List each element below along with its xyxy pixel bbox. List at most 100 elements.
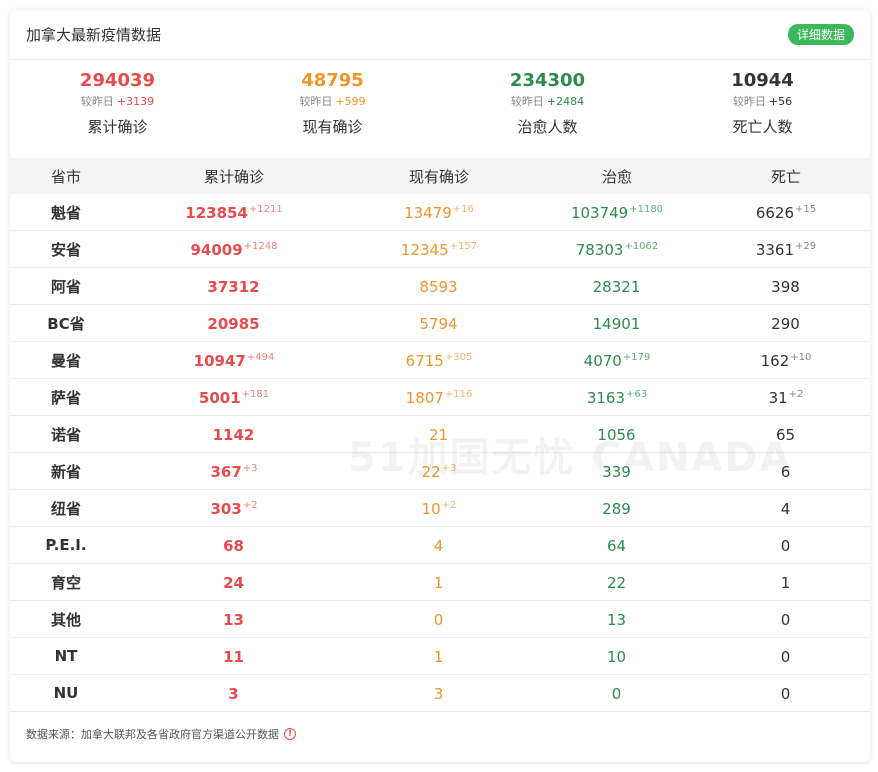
cell-confirmed-increase: +3: [242, 462, 258, 474]
cell-active: 8593: [346, 277, 532, 296]
cell-cured-value: 64: [606, 536, 627, 555]
summary-item: 234300 较昨日 +2484 治愈人数: [440, 68, 655, 158]
cell-active: 4: [346, 536, 532, 555]
cell-active: 12345+157: [346, 240, 532, 259]
header-dead: 死亡: [770, 167, 801, 186]
table-row: 诺省 1142 21 1056 65: [10, 416, 870, 453]
cell-active-increase: +157: [449, 240, 478, 252]
cell-cured-value: 10: [606, 647, 627, 666]
cell-confirmed-value: 10947: [193, 351, 246, 370]
cell-active-value: 12345: [400, 240, 449, 259]
cell-active-value: 8593: [419, 277, 458, 296]
cell-active-value: 4: [433, 536, 444, 555]
cell-active-value: 22: [421, 462, 441, 481]
summary-label: 现有确诊: [302, 118, 363, 136]
summary-value: 234300: [509, 70, 586, 91]
cell-confirmed-value: 303: [210, 499, 242, 518]
cell-province: NT: [54, 647, 78, 665]
cell-confirmed-value: 68: [223, 536, 244, 555]
cell-province: NU: [53, 684, 79, 702]
cell-confirmed: 1142: [122, 425, 346, 444]
detail-data-button[interactable]: 详细数据: [787, 24, 854, 45]
cell-dead-increase: +2: [788, 388, 804, 400]
cell-province: 安省: [50, 240, 81, 259]
summary-diff-value: +599: [335, 95, 366, 108]
cell-cured-value: 289: [602, 499, 631, 518]
cell-province: BC省: [47, 314, 85, 333]
cell-cured: 103749+1180: [532, 203, 702, 222]
cell-confirmed-value: 11: [223, 647, 244, 666]
cell-cured-value: 13: [606, 610, 627, 629]
summary-diff: 较昨日 +2484: [440, 94, 655, 110]
header-province: 省市: [50, 167, 81, 186]
cell-confirmed: 20985: [122, 314, 346, 333]
table-row: 纽省 303+2 10+2 289 4: [10, 490, 870, 527]
cell-cured: 22: [532, 573, 702, 592]
cell-confirmed: 367+3: [122, 462, 346, 481]
cell-confirmed: 10947+494: [122, 351, 346, 370]
cell-cured-value: 0: [611, 684, 622, 703]
province-table: 省市 累计确诊 现有确诊 治愈 死亡 魁省 123854+1211 13479+16…: [10, 158, 870, 712]
summary-diff-label: 较昨日: [510, 95, 544, 108]
table-row: 新省 367+3 22+3 339 6: [10, 453, 870, 490]
table-row: 育空 24 1 22 1: [10, 564, 870, 601]
cell-confirmed: 13: [122, 610, 346, 629]
cell-dead-value: 1: [780, 573, 791, 592]
table-row: 魁省 123854+1211 13479+16 103749+1180 6626+15: [10, 194, 870, 231]
table-row: BC省 20985 5794 14901 290: [10, 305, 870, 342]
cell-dead-value: 0: [780, 610, 791, 629]
summary-diff-value: +2484: [546, 95, 585, 108]
table-row: NU 3 3 0 0: [10, 675, 870, 712]
cell-cured-value: 22: [606, 573, 627, 592]
cell-active-value: 1: [433, 573, 444, 592]
cell-dead: 4: [702, 499, 870, 518]
cell-confirmed: 11: [122, 647, 346, 666]
cell-cured: 339: [532, 462, 702, 481]
cell-cured: 14901: [532, 314, 702, 333]
cell-dead: 3361+29: [702, 240, 870, 259]
summary-item: 10944 较昨日 +56 死亡人数: [655, 68, 870, 158]
cell-confirmed: 37312: [122, 277, 346, 296]
cell-dead: 290: [702, 314, 870, 333]
cell-province: 其他: [50, 610, 81, 629]
summary-label: 治愈人数: [517, 118, 578, 136]
cell-province: 诺省: [50, 425, 81, 444]
cell-active: 22+3: [346, 462, 532, 481]
cell-confirmed: 5001+181: [122, 388, 346, 407]
cell-province: P.E.I.: [45, 536, 87, 554]
cell-cured: 64: [532, 536, 702, 555]
cell-active-value: 5794: [419, 314, 458, 333]
summary-diff-label: 较昨日: [80, 95, 114, 108]
table-row: P.E.I. 68 4 64 0: [10, 527, 870, 564]
info-icon[interactable]: !: [284, 728, 296, 740]
data-source-note: 数据来源：加拿大联邦及各省政府官方渠道公开数据: [26, 728, 279, 741]
cell-confirmed: 94009+1248: [122, 240, 346, 259]
cell-confirmed: 3: [122, 684, 346, 703]
cell-active-value: 13479: [404, 203, 452, 222]
header-confirmed: 累计确诊: [203, 167, 264, 186]
cell-cured-value: 103749: [570, 203, 629, 222]
cell-cured: 4070+179: [532, 351, 702, 370]
cell-active: 1: [346, 647, 532, 666]
cell-active-increase: +116: [444, 388, 473, 400]
cell-cured: 1056: [532, 425, 702, 444]
cell-dead-value: 3361: [755, 240, 795, 259]
summary-item: 294039 较昨日 +3139 累计确诊: [10, 68, 225, 158]
cell-cured-increase: +63: [626, 388, 648, 400]
cell-active-increase: +16: [452, 203, 474, 215]
cell-province: 育空: [50, 573, 81, 592]
footer: 数据来源：加拿大联邦及各省政府官方渠道公开数据 !: [10, 712, 870, 756]
cell-active: 3: [346, 684, 532, 703]
cell-active: 1: [346, 573, 532, 592]
cell-dead-value: 31: [768, 388, 788, 407]
cell-cured-value: 14901: [592, 314, 641, 333]
summary-diff-label: 较昨日: [299, 95, 333, 108]
cell-active-value: 21: [428, 425, 449, 444]
table-header: 省市 累计确诊 现有确诊 治愈 死亡: [10, 158, 870, 194]
cell-province: 新省: [50, 462, 81, 481]
summary-diff: 较昨日 +3139: [10, 94, 225, 110]
cell-dead: 0: [702, 647, 870, 666]
summary-diff-label: 较昨日: [732, 95, 766, 108]
table-row: NT 11 1 10 0: [10, 638, 870, 675]
cell-cured-value: 4070: [583, 351, 622, 370]
